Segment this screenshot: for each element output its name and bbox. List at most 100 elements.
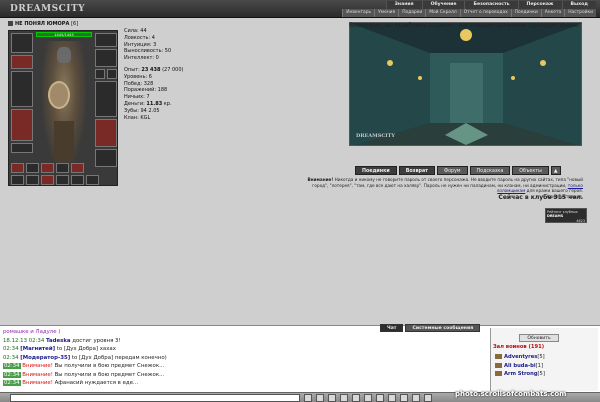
rune-slot-1[interactable]	[11, 163, 24, 173]
stat-money: Деньги: 11.83 кр.	[124, 100, 172, 107]
nav-knowledge[interactable]: Знания	[385, 1, 422, 9]
character-name: НЕ ПОНЯЛ ЮМОРА	[15, 21, 70, 27]
armor-slot[interactable]	[11, 109, 33, 141]
sound-icon[interactable]	[352, 394, 360, 402]
online-count: Сейчас в клубе 315 чел.	[498, 194, 583, 201]
subnav-scroll[interactable]: Мой Скролл	[425, 9, 460, 17]
map-icon[interactable]	[412, 394, 420, 402]
stat-level: Уровень: 6	[124, 73, 152, 80]
rune-slot-11[interactable]	[86, 175, 99, 185]
rune-slot-9[interactable]	[56, 175, 69, 185]
character-equipment-panel: 1445/1445	[8, 30, 118, 186]
rune-slot-7[interactable]	[26, 175, 39, 185]
nav-training[interactable]: Обучение	[421, 1, 465, 9]
watermark: photo.scrollsofcombats.com	[455, 390, 567, 398]
rune-slot-2[interactable]	[26, 163, 39, 173]
extra-button[interactable]: ▲	[550, 166, 561, 175]
rune-slot-4[interactable]	[56, 163, 69, 173]
send-icon[interactable]	[304, 394, 312, 402]
avatar-legs	[54, 121, 74, 161]
scroll-icon[interactable]	[376, 394, 384, 402]
players-panel: Обновить Зал воинов (191) Adventyres[5] …	[490, 328, 598, 391]
clear-icon[interactable]	[328, 394, 336, 402]
amulet-slot[interactable]	[11, 55, 33, 69]
fights-button[interactable]: Поединки	[355, 166, 397, 175]
chat-line: 18.12.13 02:34 Tadeska достиг уровня 3!	[3, 337, 121, 344]
nav-security[interactable]: Безопасность	[464, 1, 518, 9]
subnav-transfers[interactable]: Отчет о переводах	[459, 9, 511, 17]
rating-counter[interactable]: Рейтинг клубных DREAMS 4623	[545, 208, 587, 223]
helmet-slot[interactable]	[11, 33, 33, 53]
site-logo[interactable]: DREAMSCITY	[10, 3, 88, 15]
rune-slot-3[interactable]	[41, 163, 54, 173]
subnav-inventory[interactable]: Инвентарь	[342, 9, 375, 17]
character-header: НЕ ПОНЯЛ ЮМОРА [6]	[8, 21, 118, 29]
weapon-slot[interactable]	[11, 71, 33, 107]
list-item[interactable]: Adventyres[5]	[495, 353, 595, 362]
clan-icon	[495, 371, 502, 376]
smile-icon[interactable]	[316, 394, 324, 402]
avatar-head	[57, 47, 71, 63]
subnav-fights[interactable]: Поединки	[510, 9, 541, 17]
belt-slot[interactable]	[11, 143, 33, 153]
chat-line: 02:34 [Модератор-35] to [Дух Добра] пере…	[3, 354, 167, 361]
chat-line: 02:34 [Магнитей] to [Дух Добра] хахах	[3, 346, 116, 352]
return-button[interactable]: Возврат	[398, 166, 435, 175]
warning-text: Никогда и никому не говорите пароль от с…	[312, 177, 583, 188]
stat-endurance: Выносливость: 50	[124, 48, 172, 55]
top-bar: DREAMSCITY Знания Обучение Безопасность …	[0, 0, 600, 18]
gloves-slot[interactable]	[95, 49, 117, 67]
rune-slot-6[interactable]	[11, 175, 24, 185]
help-icon[interactable]	[424, 394, 432, 402]
subnav-gifts[interactable]: Подарки	[398, 9, 426, 17]
dungeon-hall-image	[350, 23, 581, 145]
ring-slot-1[interactable]	[95, 69, 105, 79]
forum-button[interactable]: Форум	[436, 166, 468, 175]
earring-slot[interactable]	[95, 33, 117, 47]
info-icon[interactable]	[8, 21, 13, 26]
scene-caption: Возможно, вы ошиблись этажом - настоящие…	[349, 22, 580, 29]
objects-button[interactable]: Объекты	[512, 166, 549, 175]
character-avatar[interactable]	[42, 41, 86, 166]
hp-bar: 1445/1445	[36, 32, 92, 37]
filter-icon[interactable]	[340, 394, 348, 402]
character-stats: Сила: 44 Ловкость: 4 Интуиция: 3 Выносли…	[124, 28, 214, 121]
private-icon[interactable]	[388, 394, 396, 402]
clan-icon	[495, 362, 502, 368]
stat-strength: Сила: 44	[124, 28, 147, 34]
hint-button[interactable]: Подсказка	[469, 166, 511, 175]
ring-slot-2[interactable]	[107, 69, 117, 79]
settings-icon[interactable]	[400, 394, 408, 402]
rune-slot-10[interactable]	[71, 175, 84, 185]
stat-intellect: Интеллект: 0	[124, 55, 159, 62]
pants-slot[interactable]	[95, 119, 117, 147]
subnav-profile[interactable]: Анкета	[540, 9, 565, 17]
rune-slot-5[interactable]	[71, 163, 84, 173]
location-actions: Поединки Возврат Форум Подсказка Объекты…	[355, 166, 561, 175]
shield-slot[interactable]	[95, 81, 117, 117]
translit-icon[interactable]	[364, 394, 372, 402]
character-level: [6]	[71, 21, 79, 27]
main-nav: Знания Обучение Безопасность Персонаж Вы…	[385, 1, 596, 9]
chat-line: 02:34 Внимание! Афанасий нуждается в еде…	[3, 380, 139, 386]
list-item[interactable]: Arm Strong[5]	[495, 370, 595, 379]
subnav-settings[interactable]: Настройки	[564, 9, 596, 17]
players-list: Adventyres[5] Ali buda-bi[1] Arm Strong[…	[495, 353, 595, 379]
hall-title: Зал воинов (191)	[493, 344, 545, 350]
game-window: DREAMSCITY Знания Обучение Безопасность …	[0, 0, 600, 402]
chat-input[interactable]	[10, 394, 300, 402]
chat-log: ромашке и Ладуле ) 18.12.13 02:34 Tadesk…	[3, 328, 488, 391]
nav-exit[interactable]: Выход	[561, 1, 596, 9]
stat-clan: Клан: KGL	[124, 114, 151, 121]
list-item[interactable]: Ali buda-bi[1]	[495, 362, 595, 371]
nav-character[interactable]: Персонаж	[517, 1, 562, 9]
rune-slot-8[interactable]	[41, 175, 54, 185]
scene-logo: DREAMSCITY	[356, 133, 395, 139]
chat-line: ромашке и Ладуле )	[3, 329, 61, 335]
refresh-button[interactable]: Обновить	[519, 334, 559, 342]
boots-slot[interactable]	[95, 149, 117, 167]
stat-agility: Ловкость: 4	[124, 34, 155, 41]
subnav-skills[interactable]: Умения	[374, 9, 399, 17]
chat-line: 02:34 Внимание! Вы получили в бою предме…	[3, 363, 165, 369]
location-scene[interactable]: DREAMSCITY	[349, 22, 582, 146]
